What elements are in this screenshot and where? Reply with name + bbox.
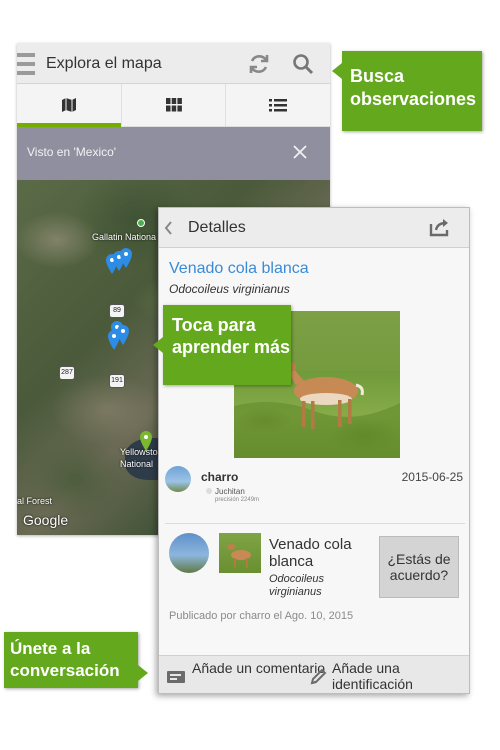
map-icon xyxy=(61,98,76,112)
callout-learn: Toca para aprender más xyxy=(153,305,291,385)
identification-scientific-name: Odocoileus virginianus xyxy=(269,573,325,598)
road-badge: 191 xyxy=(109,374,125,388)
observation-pin[interactable] xyxy=(120,248,132,268)
deer-thumbnail-illustration xyxy=(227,544,251,568)
back-icon[interactable] xyxy=(163,220,173,236)
menu-icon[interactable] xyxy=(17,53,35,75)
road-badge: 89 xyxy=(109,304,125,318)
filter-bar: Visto en 'Mexico' xyxy=(17,127,330,180)
detail-header: Detalles xyxy=(159,208,469,248)
map-label-forest: al Forest xyxy=(17,496,53,506)
filter-label: Visto en 'Mexico' xyxy=(27,145,117,159)
map-label-gallatin: Gallatin Nationa xyxy=(92,232,157,242)
google-logo: Google xyxy=(23,512,69,528)
published-info: Publicado por charro el Ago. 10, 2015 xyxy=(169,610,354,622)
observation-place: Juchitan xyxy=(215,487,245,496)
tab-grid[interactable] xyxy=(122,84,227,126)
observation-pin-green[interactable] xyxy=(140,431,152,451)
avatar[interactable] xyxy=(165,466,191,492)
search-icon[interactable] xyxy=(291,52,315,76)
list-icon xyxy=(269,99,288,112)
comment-icon xyxy=(167,671,185,683)
view-tabs xyxy=(17,84,330,127)
tab-list[interactable] xyxy=(226,84,330,126)
observer-username[interactable]: charro xyxy=(201,470,238,484)
share-icon[interactable] xyxy=(429,217,451,237)
location-precision: precisión 2249m xyxy=(215,497,260,503)
detail-screen: Detalles Venado cola blanca Odocoileus v… xyxy=(158,207,470,694)
action-bar: Añade un comentario Añade una identifica… xyxy=(159,655,469,693)
divider xyxy=(165,523,465,524)
poi-marker xyxy=(137,219,145,227)
observation-pin[interactable] xyxy=(108,330,120,350)
add-comment-button[interactable]: Añade un comentario xyxy=(192,660,325,676)
map-label-yellowstone: Yellowsto xyxy=(120,447,158,457)
location-icon xyxy=(206,488,212,494)
species-scientific-name: Odocoileus virginianus xyxy=(169,282,290,296)
pencil-icon xyxy=(310,668,327,685)
add-identification-button[interactable]: Añade una identificación xyxy=(332,660,469,692)
map-header: Explora el mapa xyxy=(17,43,330,84)
page-title: Explora el mapa xyxy=(46,55,162,72)
road-badge: 287 xyxy=(59,366,75,380)
species-common-name-link[interactable]: Venado cola blanca xyxy=(169,260,309,278)
callout-join: Únete a la conversación xyxy=(4,632,148,688)
tab-map[interactable] xyxy=(17,84,122,127)
identification-common-name: Venado cola blanca xyxy=(269,536,352,570)
map-label-national: National xyxy=(120,459,154,469)
agree-button[interactable]: ¿Estás de acuerdo? xyxy=(379,536,459,598)
observation-date: 2015-06-25 xyxy=(401,470,463,484)
close-icon[interactable] xyxy=(290,142,310,162)
grid-icon xyxy=(165,98,182,112)
refresh-icon[interactable] xyxy=(247,52,271,76)
identification-thumbnail xyxy=(219,533,261,573)
detail-title: Detalles xyxy=(188,219,246,236)
callout-search: Busca observaciones xyxy=(332,51,482,131)
identifier-avatar[interactable] xyxy=(169,533,209,573)
